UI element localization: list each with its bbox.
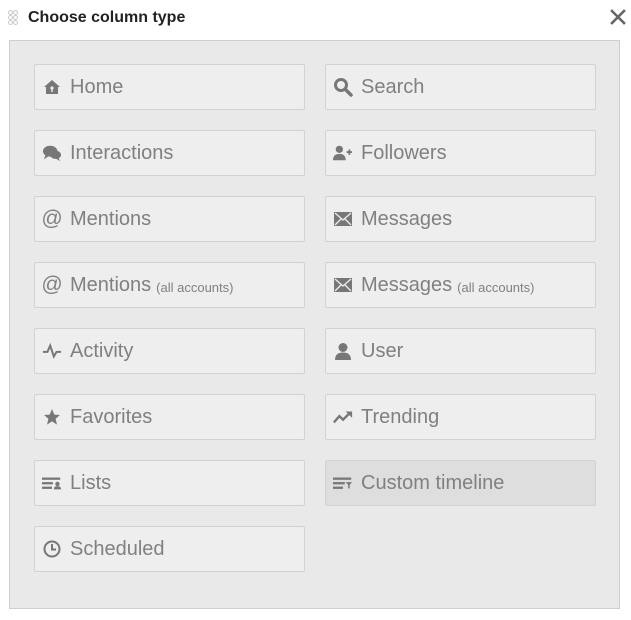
user-icon: [333, 341, 353, 361]
envelope-icon: [333, 275, 353, 295]
column-type-label: Activity: [70, 339, 134, 362]
column-type-sublabel: (all accounts): [457, 279, 535, 295]
column-type-label: Followers: [361, 141, 447, 164]
column-type-label: Trending: [361, 405, 440, 428]
custom-timeline-icon: [333, 473, 353, 493]
column-type-panel: [9, 40, 620, 609]
column-type-activity[interactable]: Activity: [34, 328, 305, 374]
column-type-user[interactable]: User: [325, 328, 596, 374]
at-icon: @: [41, 273, 63, 296]
column-type-label: Home: [70, 75, 124, 98]
close-icon: [610, 9, 626, 25]
column-type-messages-all-accounts[interactable]: Messages (all accounts): [325, 262, 596, 308]
column-type-search[interactable]: Search: [325, 64, 596, 110]
clock-icon: [42, 539, 62, 559]
column-type-messages[interactable]: Messages: [325, 196, 596, 242]
column-type-label: Custom timeline: [361, 471, 505, 494]
speech-bubbles-icon: [42, 143, 62, 163]
column-type-label: User: [361, 339, 404, 362]
dialog-titlebar: Choose column type: [0, 0, 631, 38]
column-type-label: Lists: [70, 471, 112, 494]
column-type-scheduled[interactable]: Scheduled: [34, 526, 305, 572]
column-type-custom-timeline[interactable]: Custom timeline: [325, 460, 596, 506]
column-type-trending[interactable]: Trending: [325, 394, 596, 440]
column-type-label: Favorites: [70, 405, 153, 428]
envelope-icon: [333, 209, 353, 229]
column-type-home[interactable]: Home: [34, 64, 305, 110]
column-type-mentions[interactable]: @ Mentions: [34, 196, 305, 242]
close-button[interactable]: [608, 7, 628, 27]
column-type-label: Messages: [361, 207, 453, 230]
column-type-favorites[interactable]: Favorites: [34, 394, 305, 440]
user-plus-icon: [333, 143, 353, 163]
dialog-title: Choose column type: [28, 9, 186, 26]
trending-icon: [333, 407, 353, 427]
column-type-label: Mentions: [70, 207, 152, 230]
search-icon: [333, 77, 353, 97]
column-type-followers[interactable]: Followers: [325, 130, 596, 176]
column-type-label: Search: [361, 75, 425, 98]
column-type-interactions[interactable]: Interactions: [34, 130, 305, 176]
column-type-sublabel: (all accounts): [156, 279, 234, 295]
pulse-icon: [42, 341, 62, 361]
home-icon: [42, 77, 62, 97]
column-type-label: Interactions: [70, 141, 174, 164]
column-type-label: Scheduled: [70, 537, 165, 560]
drag-handle-icon[interactable]: [8, 10, 22, 30]
star-icon: [42, 407, 62, 427]
column-type-label: Mentions: [70, 273, 152, 296]
column-type-lists[interactable]: Lists: [34, 460, 305, 506]
list-icon: [42, 473, 62, 493]
column-type-mentions-all-accounts[interactable]: @ Mentions (all accounts): [34, 262, 305, 308]
column-type-label: Messages: [361, 273, 453, 296]
at-icon: @: [41, 207, 63, 230]
